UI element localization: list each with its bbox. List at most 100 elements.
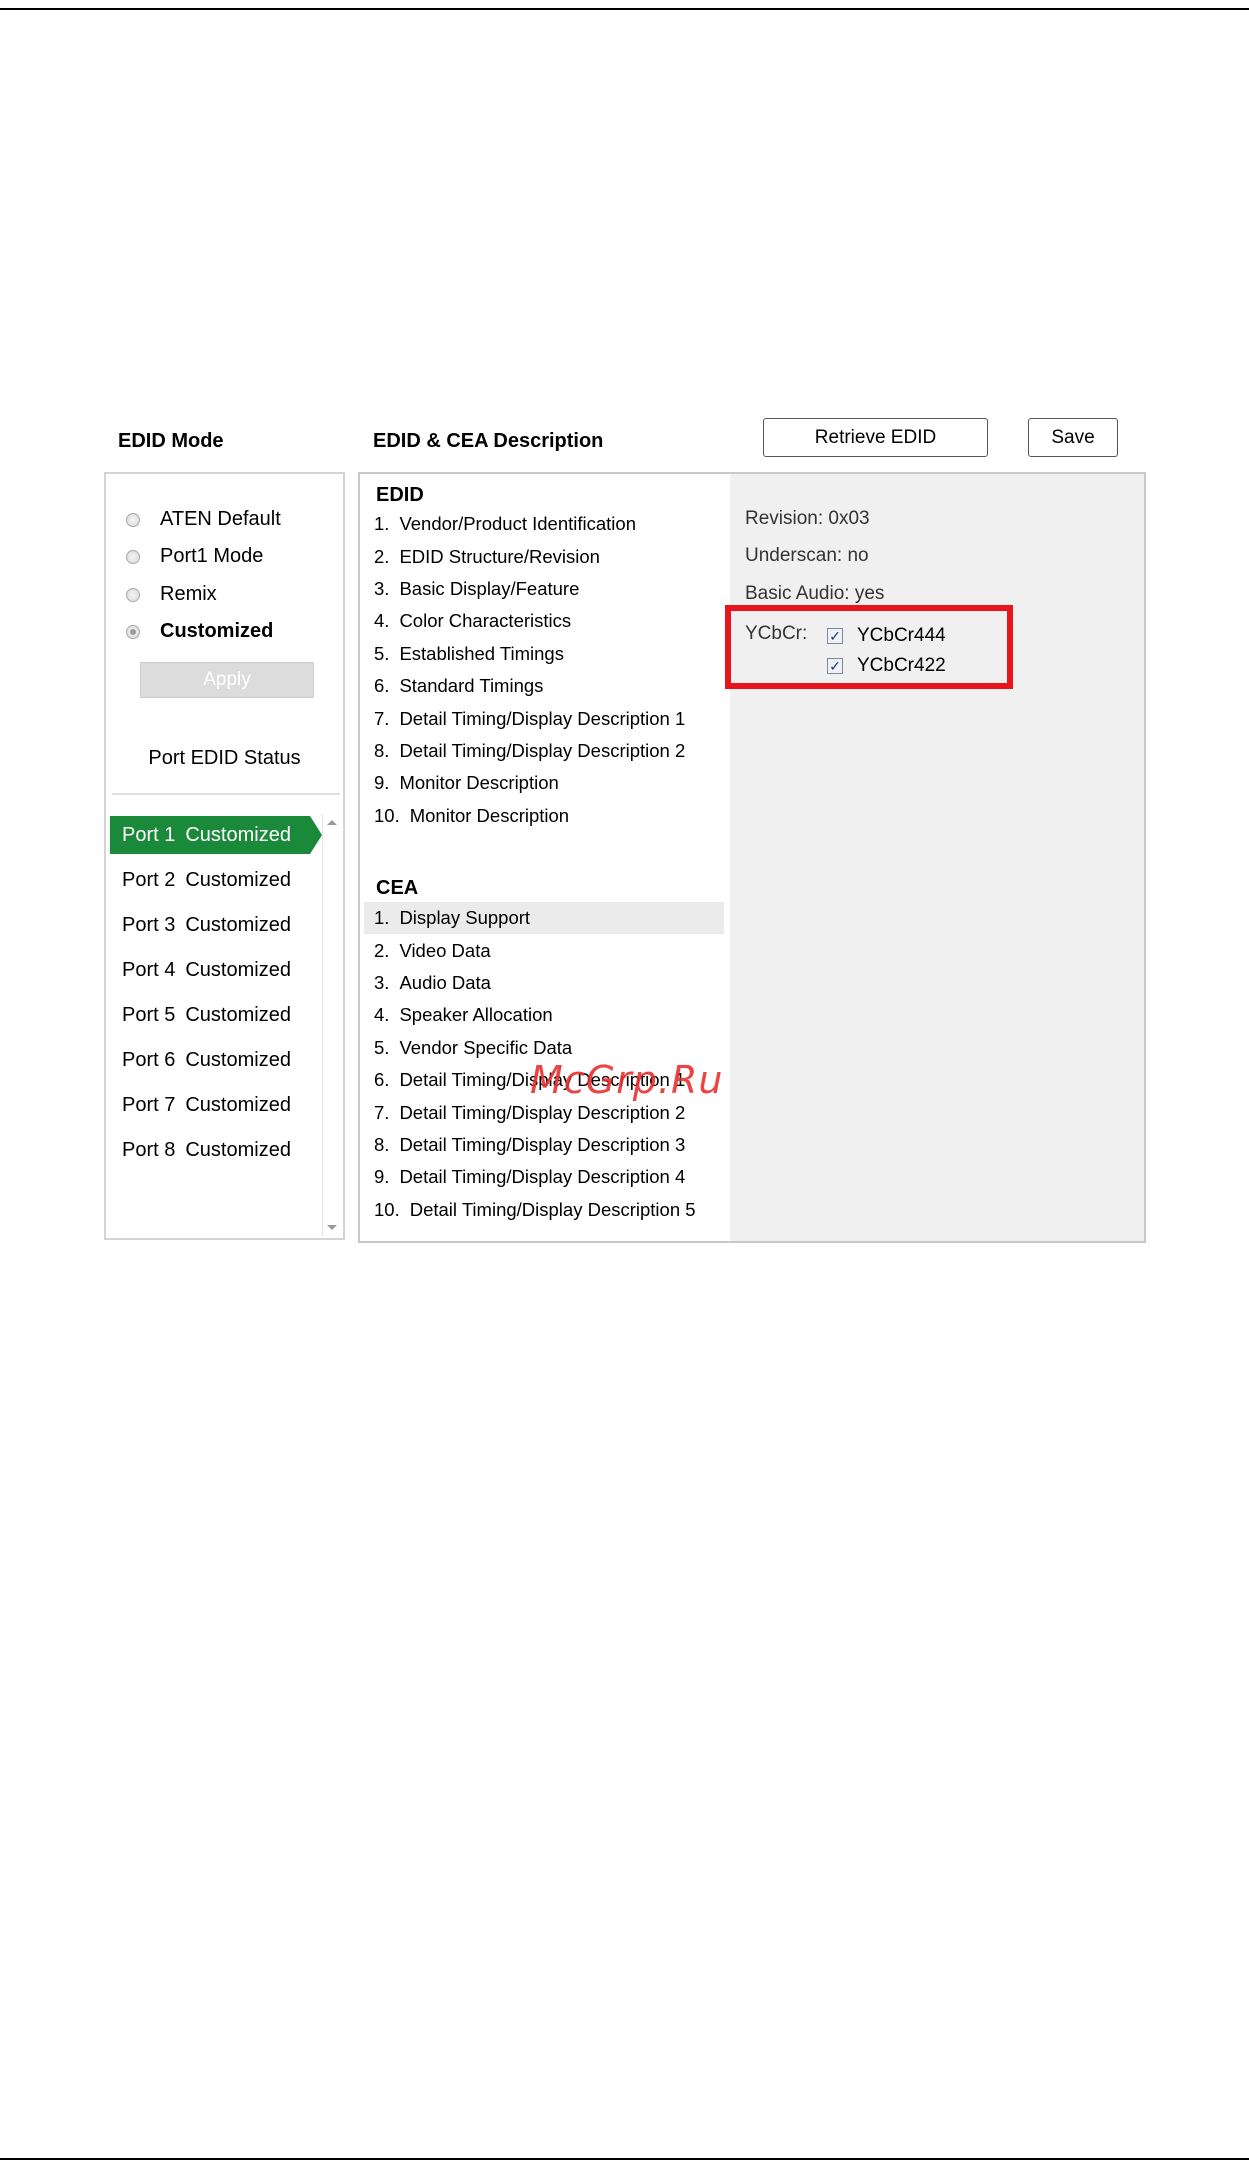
cea-item[interactable]: 4. Speaker Allocation — [364, 999, 724, 1031]
radio-icon[interactable] — [126, 549, 140, 564]
mode-label: ATEN Default — [160, 508, 281, 530]
item-label: Display Support — [399, 907, 531, 929]
item-number: 6. — [374, 675, 390, 697]
item-number: 6. — [374, 1069, 390, 1091]
item-label: Vendor Specific Data — [399, 1036, 573, 1058]
item-number: 10. — [374, 804, 400, 826]
port-label: Port 7 — [122, 1093, 176, 1116]
port-item-5[interactable]: Port 5 Customized — [110, 996, 326, 1034]
item-label: Color Characteristics — [399, 610, 572, 632]
scroll-down-arrow-icon[interactable] — [327, 1225, 337, 1230]
edid-mode-heading: EDID Mode — [118, 430, 224, 452]
item-label: Basic Display/Feature — [399, 577, 580, 599]
description-heading: EDID & CEA Description — [373, 430, 604, 452]
retrieve-edid-button[interactable]: Retrieve EDID — [763, 418, 988, 457]
port-label: Port 3 — [122, 913, 176, 936]
item-label: Audio Data — [399, 971, 491, 993]
item-number: 8. — [374, 1133, 390, 1155]
mode-option-customized[interactable]: Customized — [126, 620, 273, 643]
detail-pane: Revision: 0x03 Underscan: no Basic Audio… — [730, 474, 1144, 1241]
item-label: Speaker Allocation — [399, 1004, 553, 1026]
item-number: 4. — [374, 610, 390, 632]
edid-item[interactable]: 2. EDID Structure/Revision — [364, 540, 724, 572]
port-item-8[interactable]: Port 8 Customized — [110, 1131, 326, 1169]
item-label: Detail Timing/Display Description 4 — [399, 1166, 686, 1188]
item-number: 1. — [374, 513, 390, 535]
edid-mode-panel: ATEN Default Port1 Mode Remix Customized… — [104, 472, 345, 1240]
item-number: 7. — [374, 1101, 390, 1123]
port-status: Customized — [185, 1138, 291, 1161]
bottom-rule — [0, 2158, 1249, 2160]
divider — [112, 793, 340, 795]
underscan-value: Underscan: no — [745, 545, 869, 566]
edid-cea-panel: EDID 1. Vendor/Product Identification 2. E… — [358, 472, 1146, 1243]
edid-item[interactable]: 10. Monitor Description — [364, 800, 724, 832]
edid-item-list: 1. Vendor/Product Identification 2. EDID S… — [364, 508, 724, 832]
item-label: Vendor/Product Identification — [399, 513, 636, 535]
port-label: Port 5 — [122, 1003, 176, 1026]
port-item-7[interactable]: Port 7 Customized — [110, 1086, 326, 1124]
item-label: Detail Timing/Display Description 3 — [399, 1133, 686, 1155]
edid-item[interactable]: 3. Basic Display/Feature — [364, 573, 724, 605]
port-item-3[interactable]: Port 3 Customized — [110, 906, 326, 944]
cea-item[interactable]: 10. Detail Timing/Display Description 5 — [364, 1194, 724, 1226]
port-status: Customized — [185, 1003, 291, 1026]
cea-item[interactable]: 2. Video Data — [364, 934, 724, 966]
item-number: 7. — [374, 707, 390, 729]
edid-item[interactable]: 5. Established Timings — [364, 638, 724, 670]
item-label: Monitor Description — [399, 772, 559, 794]
item-number: 3. — [374, 577, 390, 599]
port-item-2[interactable]: Port 2 Customized — [110, 861, 326, 899]
edid-item[interactable]: 7. Detail Timing/Display Description 1 — [364, 702, 724, 734]
mode-label: Customized — [160, 620, 274, 642]
scroll-up-arrow-icon[interactable] — [327, 820, 337, 825]
port-status: Customized — [185, 913, 291, 936]
edid-item[interactable]: 6. Standard Timings — [364, 670, 724, 702]
item-number: 2. — [374, 939, 390, 961]
revision-value: Revision: 0x03 — [745, 508, 870, 529]
port-list-scrollbar[interactable] — [322, 814, 341, 1236]
cea-item-selected[interactable]: 1. Display Support — [364, 902, 724, 935]
port-status: Customized — [185, 1048, 291, 1071]
save-button[interactable]: Save — [1028, 418, 1118, 457]
port-status: Customized — [185, 868, 291, 891]
edid-item[interactable]: 8. Detail Timing/Display Description 2 — [364, 735, 724, 767]
item-number: 2. — [374, 545, 390, 567]
radio-icon[interactable] — [126, 587, 140, 602]
item-number: 1. — [374, 907, 390, 929]
port-label: Port 1 — [122, 823, 176, 846]
top-rule — [0, 8, 1249, 10]
item-label: Detail Timing/Display Description 1 — [399, 707, 686, 729]
port-status-list: Port 1 Customized Port 2 Customized Port… — [110, 816, 326, 1176]
edid-item[interactable]: 4. Color Characteristics — [364, 605, 724, 637]
item-label: Monitor Description — [409, 804, 570, 826]
radio-icon[interactable] — [126, 512, 140, 527]
mode-option-aten-default[interactable]: ATEN Default — [126, 508, 281, 531]
radio-selected-icon[interactable] — [126, 624, 140, 639]
item-number: 10. — [374, 1198, 400, 1220]
port-label: Port 2 — [122, 868, 176, 891]
apply-button[interactable]: Apply — [140, 662, 314, 698]
port-status: Customized — [185, 823, 291, 846]
edid-item[interactable]: 1. Vendor/Product Identification — [364, 508, 724, 540]
cea-item[interactable]: 8. Detail Timing/Display Description 3 — [364, 1129, 724, 1161]
item-label: Detail Timing/Display Description 2 — [399, 1101, 686, 1123]
cea-item[interactable]: 9. Detail Timing/Display Description 4 — [364, 1161, 724, 1193]
port-label: Port 6 — [122, 1048, 176, 1071]
basic-audio-value: Basic Audio: yes — [745, 583, 885, 604]
mode-option-remix[interactable]: Remix — [126, 583, 217, 606]
port-item-6[interactable]: Port 6 Customized — [110, 1041, 326, 1079]
port-status: Customized — [185, 1093, 291, 1116]
item-number: 4. — [374, 1004, 390, 1026]
port-edid-status-title: Port EDID Status — [148, 747, 301, 769]
item-number: 8. — [374, 739, 390, 761]
edid-group-title: EDID — [376, 484, 424, 506]
watermark: McGrp.Ru — [530, 1058, 724, 1102]
cea-item[interactable]: 3. Audio Data — [364, 967, 724, 999]
port-item-1[interactable]: Port 1 Customized — [110, 816, 322, 854]
edid-item[interactable]: 9. Monitor Description — [364, 767, 724, 799]
mode-option-port1-mode[interactable]: Port1 Mode — [126, 545, 263, 568]
item-label: EDID Structure/Revision — [399, 545, 600, 567]
port-item-4[interactable]: Port 4 Customized — [110, 951, 326, 989]
mode-label: Remix — [160, 583, 217, 605]
